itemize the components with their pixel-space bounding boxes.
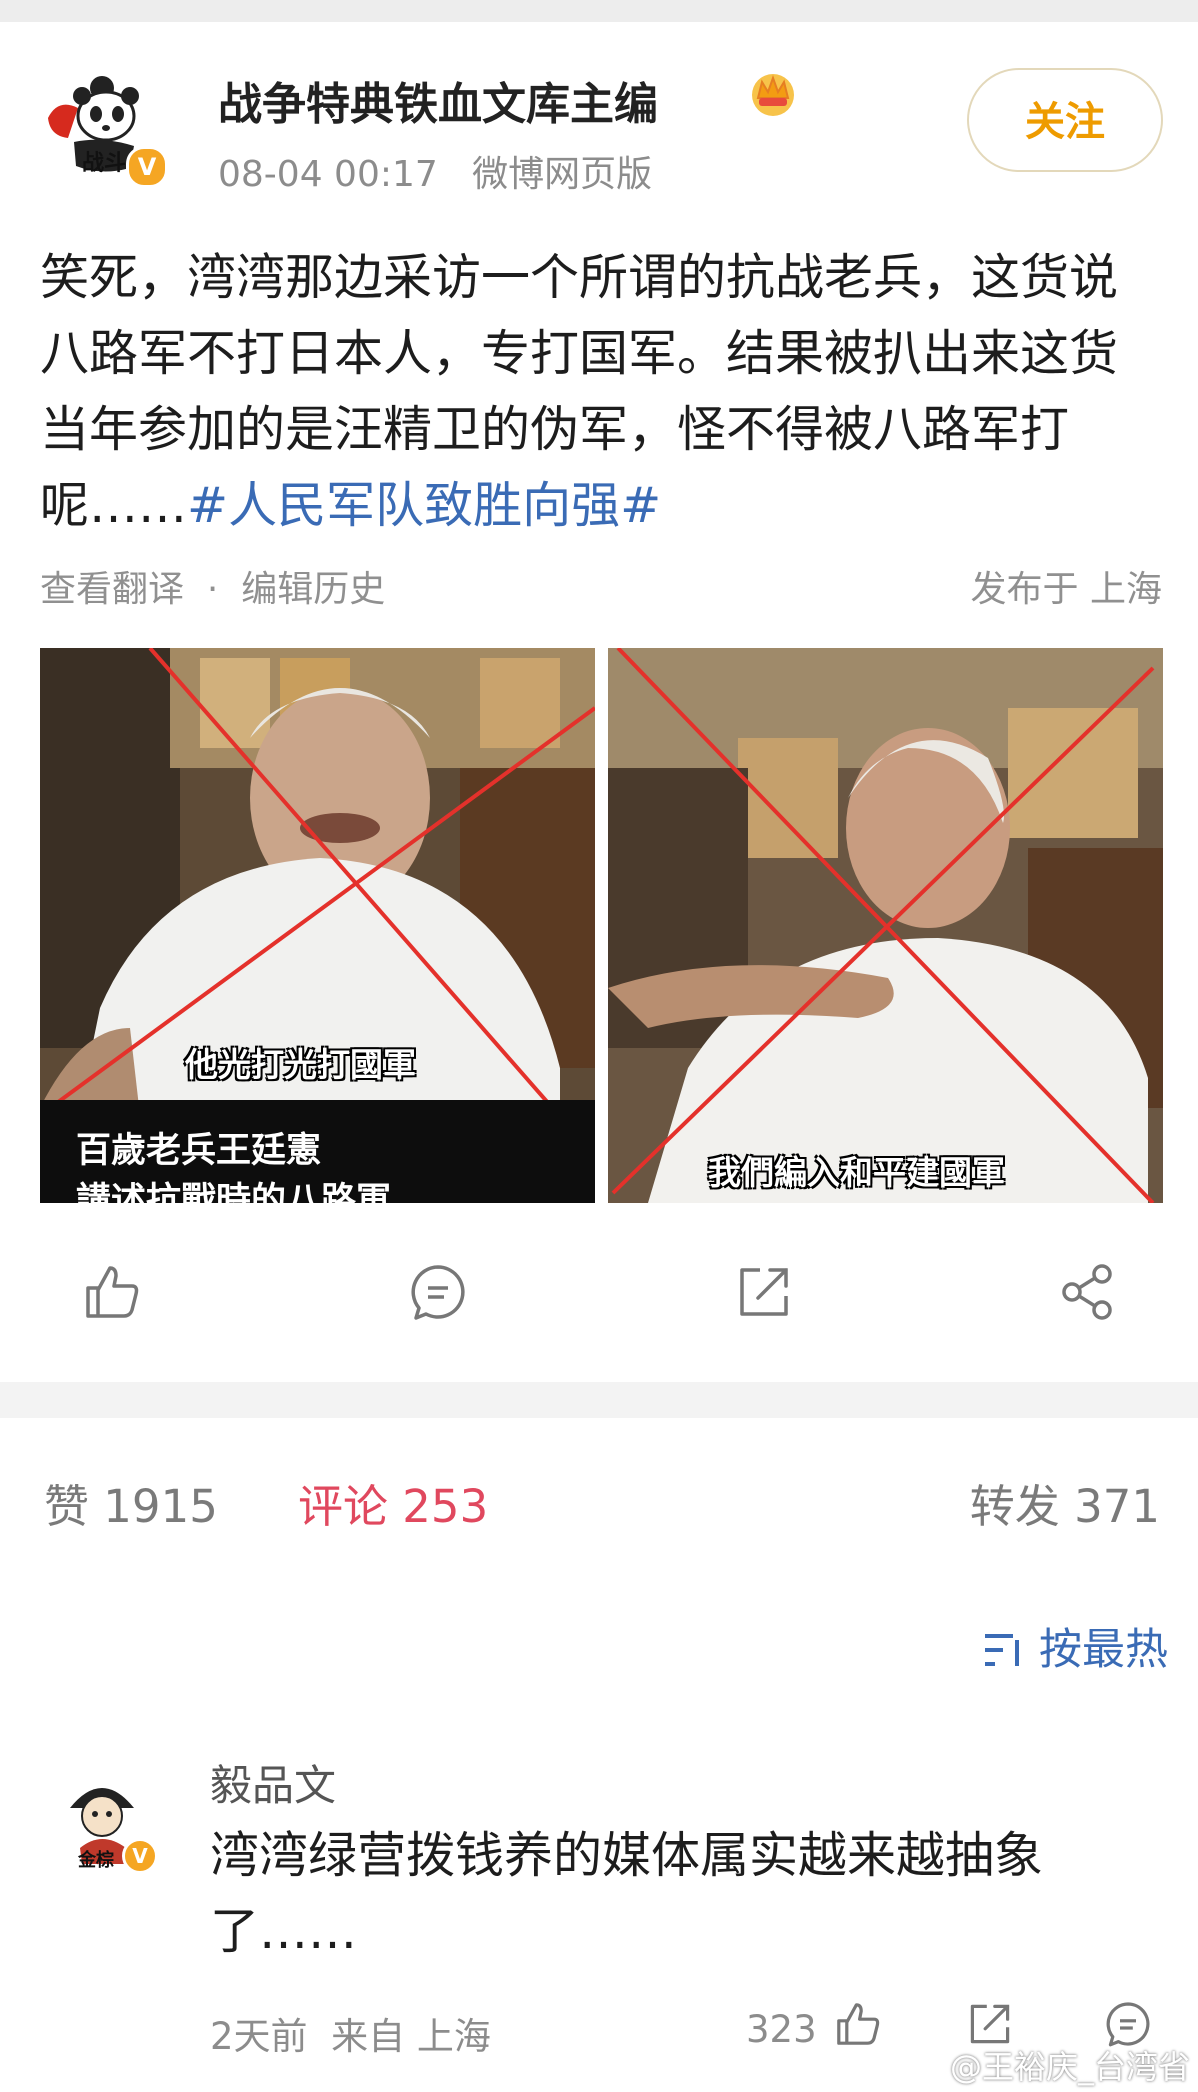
- post-timestamp: 08-04 00:17: [218, 154, 438, 195]
- like-icon[interactable]: [82, 1262, 142, 1322]
- crown-badge-icon: [752, 74, 794, 116]
- comment-text: 湾湾绿营拨钱养的媒体属实越来越抽象了……: [210, 1827, 1044, 1960]
- watermark: @王裕庆_台湾省: [949, 2048, 1190, 2086]
- comment-repost-icon[interactable]: [966, 2000, 1014, 2048]
- comment-like-icon[interactable]: [834, 2000, 882, 2048]
- commenter-verified-badge: V: [122, 1838, 158, 1874]
- translate-link[interactable]: 查看翻译: [40, 569, 184, 610]
- commenter-avatar[interactable]: 金棕 V: [50, 1768, 158, 1874]
- svg-text:金棕: 金棕: [77, 1849, 114, 1871]
- status-strip: [0, 0, 1198, 22]
- tab-comments[interactable]: 评论 253: [298, 1470, 488, 1535]
- author-avatar[interactable]: 战斗 V: [38, 58, 168, 188]
- image-caption-subtitle-2: 我們編入和平建國軍: [708, 1153, 1005, 1192]
- comment-location: 来自 上海: [331, 2015, 491, 2058]
- commenter-name[interactable]: 毅品文: [210, 1752, 336, 1813]
- photo-veteran-gesture: [608, 648, 1163, 1203]
- edit-history-link[interactable]: 编辑历史: [241, 569, 385, 610]
- comment-time: 2天前: [210, 2015, 308, 2058]
- section-divider: [0, 1382, 1198, 1418]
- post-sub-links: 查看翻译 · 编辑历史: [40, 560, 385, 612]
- sort-label: 按最热: [1039, 1625, 1168, 1675]
- post-image-2[interactable]: 我們編入和平建國軍: [608, 648, 1163, 1203]
- comment-like-count: 323: [746, 2008, 817, 2051]
- sort-button[interactable]: 按最热: [981, 1615, 1168, 1677]
- caption-line-1: 百歲老兵王廷憲: [76, 1131, 322, 1171]
- sort-icon: [985, 1634, 1020, 1666]
- tab-likes[interactable]: 赞 1915: [44, 1470, 218, 1535]
- image-caption-box: 百歲老兵王廷憲 講述抗戰時的八路軍: [40, 1100, 595, 1203]
- repost-icon[interactable]: [734, 1262, 794, 1322]
- share-icon[interactable]: [1058, 1262, 1118, 1322]
- post-source: 微博网页版: [472, 154, 653, 195]
- separator-dot: ·: [206, 569, 219, 610]
- post-meta: 08-04 00:17 微博网页版: [218, 145, 652, 197]
- verified-badge: V: [126, 146, 168, 188]
- author-name[interactable]: 战争特典铁血文库主编: [218, 68, 658, 132]
- post-body: 笑死，湾湾那边采访一个所谓的抗战老兵，这货说八路军不打日本人，专打国军。结果被扒…: [40, 240, 1162, 544]
- comment-reply-icon[interactable]: [1104, 2000, 1152, 2048]
- comment-meta: 2天前 来自 上海: [210, 2006, 491, 2060]
- tab-reposts[interactable]: 转发 371: [970, 1470, 1160, 1535]
- comment-icon[interactable]: [408, 1262, 468, 1322]
- image-caption-subtitle: 他光打光打國軍: [185, 1045, 416, 1084]
- follow-button[interactable]: 关注: [967, 68, 1163, 172]
- post-location: 发布于 上海: [970, 569, 1162, 610]
- post-image-1[interactable]: 他光打光打國軍 百歲老兵王廷憲 講述抗戰時的八路軍: [40, 648, 595, 1203]
- caption-line-2: 講述抗戰時的八路軍: [76, 1181, 392, 1203]
- hashtag-link[interactable]: #人民军队致胜向强#: [187, 477, 661, 534]
- svg-text:战斗: 战斗: [82, 150, 126, 176]
